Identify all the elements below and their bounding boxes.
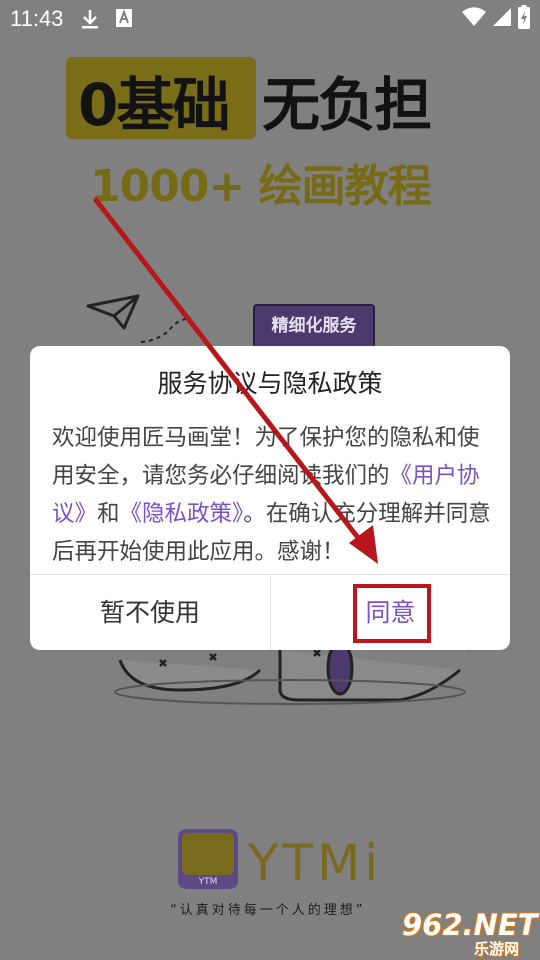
app-screen: 11:43 0基础 无负担 1000+ 绘画教程 精细化服务 YTM YTMi … bbox=[0, 0, 540, 960]
annotation-arrow bbox=[93, 197, 378, 564]
watermark-subtitle: 乐游网 bbox=[474, 940, 520, 958]
watermark-number: 962.NET bbox=[402, 908, 538, 942]
